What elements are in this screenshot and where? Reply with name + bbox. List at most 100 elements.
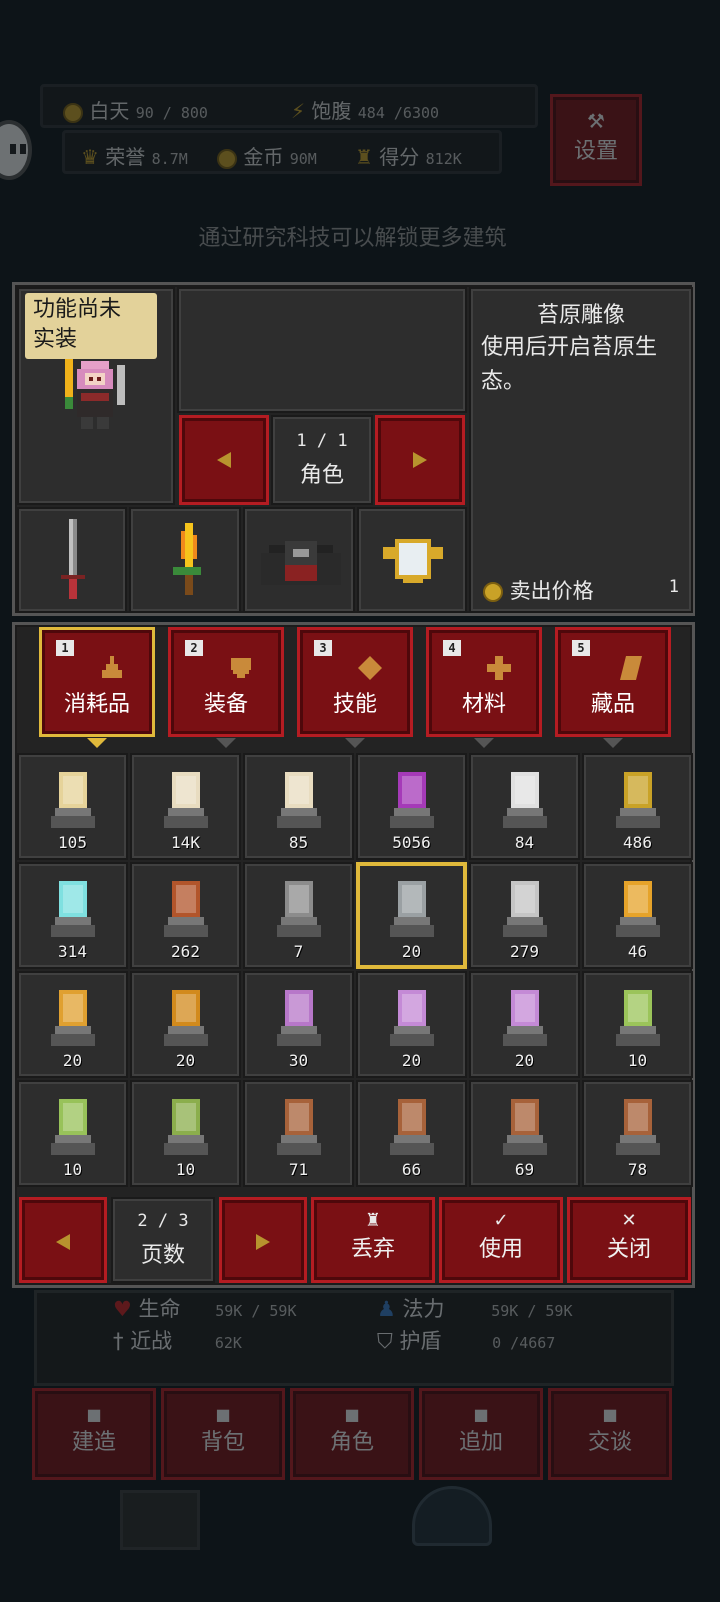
- honor-value: 8.7M: [151, 150, 188, 168]
- mp-stat: ♟ 法力 59K / 59K: [377, 1293, 572, 1323]
- trash-icon: ♜: [364, 1210, 382, 1231]
- character-prev-button[interactable]: [179, 415, 269, 505]
- tab-4[interactable]: 4 材料: [426, 627, 542, 748]
- menu-button-4[interactable]: ■ 追加: [419, 1388, 543, 1480]
- character-next-button[interactable]: [375, 415, 465, 505]
- item-count: 20: [514, 1051, 535, 1070]
- item-count: 314: [58, 942, 87, 961]
- inventory-slot[interactable]: 10: [17, 1080, 128, 1187]
- menu-button-3[interactable]: ■ 角色: [290, 1388, 414, 1480]
- map-fish-icon: [608, 1098, 668, 1160]
- use-label: 使用: [478, 1237, 523, 1262]
- inventory-slot[interactable]: 78: [582, 1080, 693, 1187]
- tab-number: 5: [572, 640, 590, 656]
- close-button[interactable]: ✕ 关闭: [567, 1197, 691, 1283]
- inventory-slot[interactable]: 314: [17, 862, 128, 969]
- inventory-slot[interactable]: 71: [243, 1080, 354, 1187]
- equipment-slot-accessory[interactable]: [357, 507, 467, 613]
- inventory-slot[interactable]: 279: [469, 862, 580, 969]
- inventory-slot[interactable]: 69: [469, 1080, 580, 1187]
- item-count: 84: [514, 833, 535, 852]
- mp-value: 59K / 59K: [491, 1302, 573, 1320]
- inventory-slot[interactable]: 20: [356, 971, 467, 1078]
- inventory-slot[interactable]: 30: [243, 971, 354, 1078]
- tab-label: 消耗品: [63, 692, 130, 717]
- menu-button-5[interactable]: ■ 交谈: [548, 1388, 672, 1480]
- item-count: 105: [58, 833, 87, 852]
- item-count: 85: [288, 833, 309, 852]
- arrow-right-icon: [413, 452, 427, 468]
- inventory-slot[interactable]: 486: [582, 753, 693, 860]
- score-label: 得分: [379, 145, 420, 169]
- diamond-icon: [358, 656, 382, 684]
- heart-icon: ♥: [113, 1297, 132, 1321]
- menu-button-1[interactable]: ■ 建造: [32, 1388, 156, 1480]
- character-page-indicator: 1 / 1 角色: [271, 415, 373, 505]
- item-count: 46: [627, 942, 648, 961]
- inventory-slot[interactable]: 105: [17, 753, 128, 860]
- inventory-slot[interactable]: 10: [130, 1080, 241, 1187]
- item-count: 78: [627, 1160, 648, 1179]
- tab-1[interactable]: 1 消耗品: [39, 627, 155, 748]
- inventory-slot[interactable]: 20: [469, 971, 580, 1078]
- green-gem-shield-icon: [608, 989, 668, 1051]
- item-count: 5056: [392, 833, 431, 852]
- trophy-icon: ♜: [355, 145, 373, 169]
- arrow-left-icon: [56, 1234, 70, 1250]
- sell-price-value: 1: [668, 577, 679, 597]
- inventory-slot-selected[interactable]: 20: [356, 862, 467, 969]
- tab-label: 装备: [203, 692, 248, 717]
- menu-label: 背包: [200, 1430, 245, 1455]
- inventory-slot[interactable]: 10: [582, 971, 693, 1078]
- equipment-slot-armor[interactable]: [243, 507, 355, 613]
- map-sun-icon: [495, 1098, 555, 1160]
- close-label: 关闭: [606, 1237, 651, 1262]
- chevron-down-icon: [216, 738, 236, 748]
- winged-statue-icon: [495, 771, 555, 833]
- inventory-page-number: 2 / 3: [137, 1211, 189, 1231]
- stats-panel: ♥ 生命 59K / 59K ♟ 法力 59K / 59K † 近战 62K ⛉…: [34, 1290, 674, 1386]
- menu-button-2[interactable]: ■ 背包: [161, 1388, 285, 1480]
- inventory-slot[interactable]: 84: [469, 753, 580, 860]
- not-implemented-tooltip: 功能尚未 实装: [25, 293, 157, 359]
- inventory-slot[interactable]: 262: [130, 862, 241, 969]
- inventory-prev-button[interactable]: [19, 1197, 107, 1283]
- purple-card-icon: [269, 989, 329, 1051]
- item-count: 14K: [171, 833, 200, 852]
- gem-statue-icon: [608, 771, 668, 833]
- inventory-slot[interactable]: 20: [130, 971, 241, 1078]
- resource-bar-1: 白天 90 / 800 ⚡ 饱腹 484 /6300: [40, 84, 538, 128]
- inventory-panel: 1 消耗品 2 装备 3 技能 4 材料 5 藏品 105 14K 85 5056 84 486 314 262…: [12, 622, 695, 1288]
- tab-number: 2: [185, 640, 203, 656]
- menu-label: 建造: [71, 1430, 116, 1455]
- gold-label: 金币: [243, 145, 284, 169]
- inventory-slot[interactable]: 66: [356, 1080, 467, 1187]
- equipment-slot-weapon[interactable]: [17, 507, 127, 613]
- item-title: 苔原雕像: [536, 303, 625, 328]
- character-portrait-slot[interactable]: 功能尚未 实装: [17, 287, 175, 505]
- mushroom-statue-icon: [156, 880, 216, 942]
- tab-label: 材料: [461, 692, 506, 717]
- equipment-slot-offhand[interactable]: [129, 507, 241, 613]
- tab-3[interactable]: 3 技能: [297, 627, 413, 748]
- inventory-slot[interactable]: 14K: [130, 753, 241, 860]
- leaf-icon: [616, 656, 644, 684]
- tab-2[interactable]: 2 装备: [168, 627, 284, 748]
- melee-stat: † 近战 62K: [113, 1325, 242, 1355]
- inventory-slot[interactable]: 7: [243, 862, 354, 969]
- use-button[interactable]: ✓ 使用: [439, 1197, 563, 1283]
- scroll-orb-icon: [269, 771, 329, 833]
- menu-label: 追加: [458, 1430, 503, 1455]
- menu-label: 交谈: [587, 1430, 632, 1455]
- hp-label: 生命: [138, 1297, 181, 1321]
- inventory-slot[interactable]: 5056: [356, 753, 467, 860]
- discard-button[interactable]: ♜ 丢弃: [311, 1197, 435, 1283]
- inventory-slot[interactable]: 46: [582, 862, 693, 969]
- inventory-slot[interactable]: 20: [17, 971, 128, 1078]
- chat-bubble-icon[interactable]: [0, 120, 32, 180]
- inventory-slot[interactable]: 85: [243, 753, 354, 860]
- resource-bar-2: ♛ 荣誉 8.7M 金币 90M ♜ 得分 812K: [62, 130, 502, 174]
- settings-button[interactable]: ⚒ 设置: [550, 94, 642, 186]
- tab-5[interactable]: 5 藏品: [555, 627, 671, 748]
- inventory-next-button[interactable]: [219, 1197, 307, 1283]
